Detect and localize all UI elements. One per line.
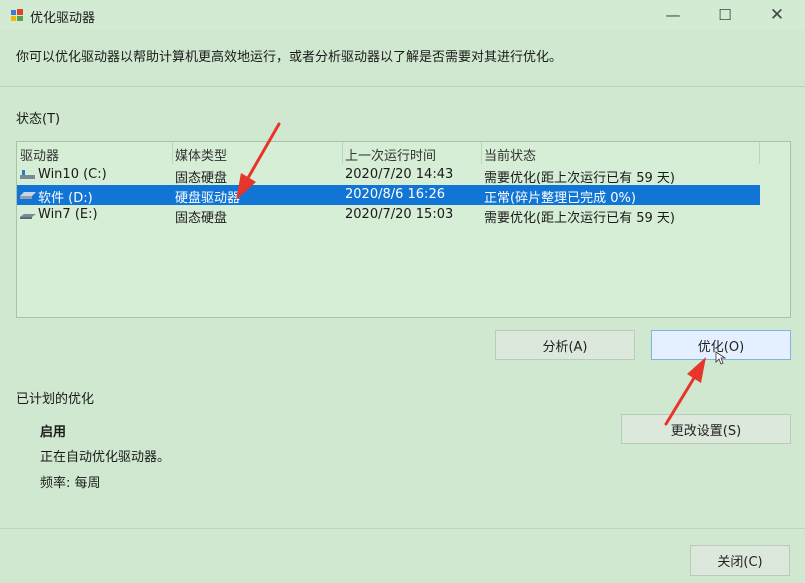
mouse-cursor-icon [715, 351, 727, 365]
divider [0, 528, 805, 529]
column-separator [481, 142, 482, 164]
last-run-time: 2020/7/20 14:43 [345, 167, 454, 182]
current-status: 正常(碎片整理已完成 0%) [484, 191, 636, 206]
media-type: 硬盘驱动器 [175, 191, 241, 206]
column-header-current-status[interactable]: 当前状态 [484, 145, 536, 164]
drive-row-d[interactable]: 软件 (D:) 硬盘驱动器 2020/8/6 16:26 正常(碎片整理已完成 … [17, 185, 760, 206]
last-run-time: 2020/8/6 16:26 [345, 187, 445, 202]
media-type: 固态硬盘 [175, 171, 228, 186]
change-settings-button[interactable]: 更改设置(S) [621, 414, 791, 444]
drive-list-header: 驱动器 媒体类型 上一次运行时间 当前状态 [17, 142, 790, 164]
optimize-drives-window: 优化驱动器 — ☐ ✕ 你可以优化驱动器以帮助计算机更高效地运行，或者分析驱动器… [0, 0, 805, 583]
title-bar: 优化驱动器 — ☐ ✕ [0, 0, 805, 30]
current-status: 需要优化(距上次运行已有 59 天) [484, 171, 675, 186]
column-separator [342, 142, 343, 164]
drive-name: Win7 (E:) [38, 207, 98, 222]
current-status: 需要优化(距上次运行已有 59 天) [484, 211, 675, 226]
column-header-drive[interactable]: 驱动器 [20, 145, 59, 164]
drive-name: 软件 (D:) [38, 191, 93, 206]
schedule-enabled-status: 启用 [40, 425, 67, 440]
last-run-time: 2020/7/20 15:03 [345, 207, 454, 222]
divider [0, 86, 805, 87]
column-header-media-type[interactable]: 媒体类型 [175, 145, 227, 164]
scheduled-optimization-label: 已计划的优化 [16, 392, 95, 407]
drive-row-e[interactable]: Win7 (E:) 固态硬盘 2020/7/20 15:03 需要优化(距上次运… [17, 205, 760, 226]
close-button[interactable]: 关闭(C) [690, 545, 790, 576]
column-separator [172, 142, 173, 164]
schedule-frequency: 频率: 每周 [40, 476, 101, 491]
drive-name: Win10 (C:) [38, 167, 107, 182]
ssd-drive-icon [20, 170, 35, 179]
status-section-label: 状态(T) [16, 112, 61, 127]
maximize-button[interactable]: ☐ [702, 0, 748, 30]
drive-list[interactable]: 驱动器 媒体类型 上一次运行时间 当前状态 Win10 (C:) 固态硬盘 20… [16, 141, 791, 318]
ssd-drive-icon [20, 214, 36, 219]
close-window-button[interactable]: ✕ [754, 0, 800, 30]
column-separator [759, 142, 760, 164]
schedule-description: 正在自动优化驱动器。 [40, 450, 171, 465]
drive-row-c[interactable]: Win10 (C:) 固态硬盘 2020/7/20 14:43 需要优化(距上次… [17, 165, 760, 186]
defrag-app-icon [11, 9, 23, 21]
window-title: 优化驱动器 [30, 11, 96, 26]
media-type: 固态硬盘 [175, 211, 228, 226]
column-header-last-run[interactable]: 上一次运行时间 [345, 145, 436, 164]
hdd-drive-icon [20, 192, 36, 199]
analyze-button[interactable]: 分析(A) [495, 330, 635, 360]
description-text: 你可以优化驱动器以帮助计算机更高效地运行，或者分析驱动器以了解是否需要对其进行优… [16, 50, 563, 65]
minimize-button[interactable]: — [650, 0, 696, 30]
